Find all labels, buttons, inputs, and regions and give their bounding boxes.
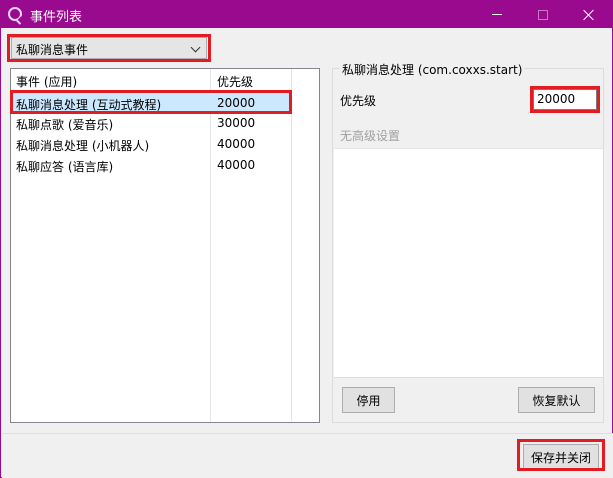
footer-bar: [2, 433, 613, 478]
close-button[interactable]: [566, 1, 612, 28]
event-type-value: 私聊消息事件: [16, 43, 89, 57]
title-bar[interactable]: 事件列表: [1, 1, 612, 28]
list-item[interactable]: 私聊消息处理 (小机器人) 40000: [11, 134, 291, 155]
list-item[interactable]: 私聊点歌 (爱音乐) 30000: [11, 113, 291, 134]
event-listview[interactable]: 事件 (应用) 优先级 私聊消息处理 (互动式教程) 20000 私聊点歌 (爱…: [10, 68, 320, 423]
event-type-select[interactable]: 私聊消息事件: [11, 37, 207, 59]
item-name: 私聊应答 (语言库): [16, 160, 114, 174]
event-list-window: 事件列表 私聊消息事件 事件 (应用) 优先级 私聊消息处理 (互动式教程) 2…: [0, 0, 613, 478]
list-item[interactable]: 私聊应答 (语言库) 40000: [11, 155, 291, 176]
column-divider: [291, 69, 292, 422]
priority-label: 优先级: [340, 94, 377, 108]
item-priority: 40000: [217, 158, 256, 172]
item-name: 私聊消息处理 (互动式教程): [16, 98, 162, 112]
window-title: 事件列表: [30, 10, 83, 25]
save-and-close-button[interactable]: 保存并关闭: [523, 444, 599, 470]
item-priority: 20000: [217, 96, 256, 110]
priority-input-value: 20000: [537, 92, 576, 106]
list-item[interactable]: 私聊消息处理 (互动式教程) 20000: [11, 92, 291, 113]
minimize-button[interactable]: [474, 1, 520, 28]
restore-default-label: 恢复默认: [532, 393, 581, 408]
minimize-icon: [492, 14, 502, 15]
header-priority[interactable]: 优先级: [217, 73, 253, 90]
no-advanced-settings-text: 无高级设置: [340, 129, 401, 143]
item-priority: 40000: [217, 137, 256, 151]
maximize-icon: [538, 9, 548, 20]
disable-button[interactable]: 停用: [342, 387, 395, 413]
app-icon: [8, 7, 22, 21]
item-priority: 30000: [217, 116, 256, 130]
restore-default-button[interactable]: 恢复默认: [518, 387, 595, 413]
close-icon: [583, 9, 595, 21]
list-header: 事件 (应用) 优先级: [11, 69, 319, 91]
save-and-close-label: 保存并关闭: [530, 450, 591, 465]
maximize-button[interactable]: [520, 1, 566, 28]
item-name: 私聊点歌 (爱音乐): [16, 118, 114, 132]
header-event[interactable]: 事件 (应用): [16, 73, 77, 90]
priority-input[interactable]: 20000: [533, 89, 597, 110]
item-name: 私聊消息处理 (小机器人): [16, 139, 150, 153]
chevron-down-icon: [190, 42, 201, 53]
detail-title: 私聊消息处理 (com.coxxs.start): [340, 61, 525, 78]
disable-button-label: 停用: [356, 393, 381, 408]
